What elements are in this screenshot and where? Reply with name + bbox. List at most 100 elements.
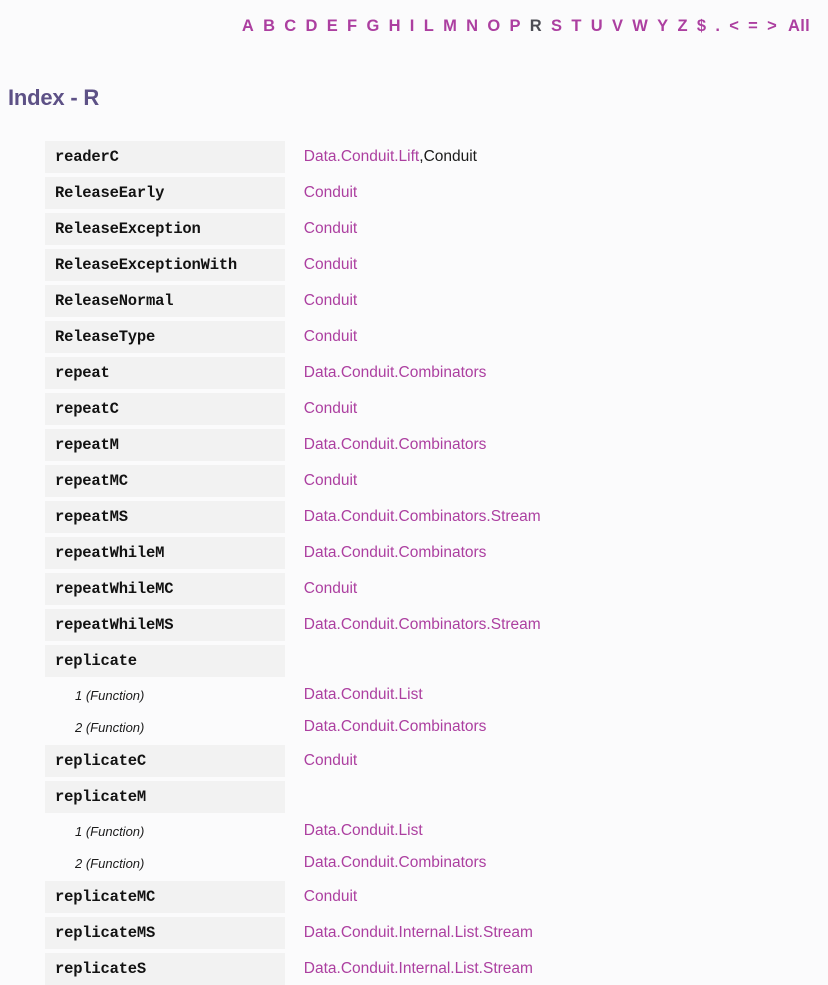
alphabet-index-nav: A B C D E F G H I L M N O P R S T U V W Y Z $. < = > All: [0, 0, 828, 35]
index-entry-name: repeatWhileMS: [45, 609, 285, 641]
module-link[interactable]: Data.Conduit.Combinators: [304, 364, 487, 382]
module-link[interactable]: Conduit: [304, 580, 357, 598]
alpha-nav-item-a[interactable]: A: [242, 18, 254, 35]
index-entry-name: repeatWhileM: [45, 537, 285, 569]
index-entry-variant-label: 2 (Function): [75, 855, 145, 871]
module-link[interactable]: Data.Conduit.Combinators.Stream: [304, 508, 541, 526]
module-link[interactable]: Conduit: [304, 256, 357, 274]
module-link[interactable]: Data.Conduit.Combinators: [304, 854, 487, 872]
index-row: ReleaseEarly Conduit: [0, 177, 828, 209]
alpha-nav-item-c[interactable]: C: [284, 18, 296, 35]
alpha-nav-item-i[interactable]: I: [410, 18, 415, 35]
index-entry-name: repeat: [45, 357, 285, 389]
alpha-nav-item-w[interactable]: W: [632, 18, 648, 35]
alpha-nav-item-z[interactable]: Z: [677, 18, 687, 35]
alpha-nav-item-t[interactable]: T: [571, 18, 581, 35]
alpha-nav-item-sym[interactable]: <: [729, 18, 739, 35]
index-modules-cell: Conduit: [285, 177, 828, 209]
alpha-nav-item-b[interactable]: B: [263, 18, 275, 35]
module-list: Conduit: [304, 285, 828, 317]
index-row: repeatWhileMC Conduit: [0, 573, 828, 605]
index-modules-cell: Conduit: [285, 881, 828, 913]
module-link[interactable]: Data.Conduit.Combinators: [304, 436, 487, 454]
alpha-nav-item-d[interactable]: D: [306, 18, 318, 35]
alpha-nav-item-o[interactable]: O: [487, 18, 500, 35]
alpha-nav-item-f[interactable]: F: [347, 18, 357, 35]
index-modules-cell: Data.Conduit.Combinators: [285, 849, 828, 877]
index-row: repeatWhileMS Data.Conduit.Combinators.St…: [0, 609, 828, 641]
module-link[interactable]: Conduit: [304, 292, 357, 310]
index-name-cell: ReleaseEarly: [0, 177, 285, 209]
module-list: Data.Conduit.Lift, Conduit: [304, 141, 828, 173]
alpha-nav-item-s[interactable]: S: [551, 18, 562, 35]
module-list: [304, 645, 828, 677]
index-row: ReleaseType Conduit: [0, 321, 828, 353]
index-name-cell: replicateMS: [0, 917, 285, 949]
module-link[interactable]: Data.Conduit.Internal.List.Stream: [304, 924, 533, 942]
alpha-nav-item-l[interactable]: L: [424, 18, 434, 35]
alpha-nav-item-sym[interactable]: .: [715, 18, 720, 35]
index-modules-cell: Data.Conduit.Combinators.Stream: [285, 501, 828, 533]
alpha-nav-item-v[interactable]: V: [612, 18, 623, 35]
index-modules-cell: [285, 645, 828, 677]
index-name-cell: replicateC: [0, 745, 285, 777]
module-list: Data.Conduit.Combinators: [304, 357, 828, 389]
module-list: Data.Conduit.List: [304, 817, 828, 845]
module-list: [304, 781, 828, 813]
module-link[interactable]: Data.Conduit.List: [304, 686, 423, 704]
index-name-cell: repeatMS: [0, 501, 285, 533]
module-link[interactable]: Conduit: [304, 184, 357, 202]
index-entry-name: repeatC: [45, 393, 285, 425]
alpha-nav-item-m[interactable]: M: [443, 18, 457, 35]
index-name-cell: replicateS: [0, 953, 285, 985]
module-link[interactable]: Conduit: [304, 752, 357, 770]
alpha-nav-item-all[interactable]: All: [788, 18, 810, 35]
index-row: replicate: [0, 645, 828, 677]
module-link[interactable]: Data.Conduit.Lift: [304, 148, 419, 166]
index-subrow: 2 (Function) Data.Conduit.Combinators: [0, 713, 828, 741]
index-subrow: 2 (Function) Data.Conduit.Combinators: [0, 849, 828, 877]
alpha-nav-item-sym[interactable]: $: [697, 18, 706, 35]
index-modules-cell: Data.Conduit.Combinators: [285, 429, 828, 461]
module-link[interactable]: Data.Conduit.Combinators: [304, 718, 487, 736]
module-link[interactable]: Conduit: [304, 220, 357, 238]
index-modules-cell: Conduit: [285, 285, 828, 317]
alpha-nav-item-r: R: [529, 17, 543, 35]
index-name-cell: ReleaseType: [0, 321, 285, 353]
index-name-cell: repeatWhileMS: [0, 609, 285, 641]
alpha-nav-item-p[interactable]: P: [509, 18, 520, 35]
index-row: repeatWhileM Data.Conduit.Combinators: [0, 537, 828, 569]
index-entry-name: replicateM: [45, 781, 285, 813]
alpha-nav-item-sym[interactable]: =: [748, 18, 758, 35]
alpha-nav-item-y[interactable]: Y: [657, 18, 668, 35]
index-table-body: readerC Data.Conduit.Lift, Conduit Release…: [0, 141, 828, 985]
index-table: readerC Data.Conduit.Lift, Conduit Release…: [0, 141, 828, 985]
module-link[interactable]: Conduit: [304, 472, 357, 490]
module-link[interactable]: Data.Conduit.Internal.List.Stream: [304, 960, 533, 978]
index-entry-variant-label: 2 (Function): [75, 719, 145, 735]
alpha-nav-item-h[interactable]: H: [389, 18, 401, 35]
index-entry-name: repeatWhileMC: [45, 573, 285, 605]
index-entry-variant-label: 1 (Function): [75, 687, 145, 703]
index-row: replicateMC Conduit: [0, 881, 828, 913]
index-modules-cell: Data.Conduit.Internal.List.Stream: [285, 953, 828, 985]
alpha-nav-item-u[interactable]: U: [591, 18, 603, 35]
module-link[interactable]: Conduit: [304, 400, 357, 418]
index-entry-name: ReleaseNormal: [45, 285, 285, 317]
module-text: Conduit: [423, 148, 477, 165]
index-modules-cell: Conduit: [285, 213, 828, 245]
alpha-nav-item-e[interactable]: E: [327, 18, 338, 35]
module-link[interactable]: Data.Conduit.List: [304, 822, 423, 840]
index-row: repeatC Conduit: [0, 393, 828, 425]
index-modules-cell: Conduit: [285, 745, 828, 777]
module-link[interactable]: Conduit: [304, 888, 357, 906]
module-link[interactable]: Data.Conduit.Combinators.Stream: [304, 616, 541, 634]
alpha-nav-item-n[interactable]: N: [466, 18, 478, 35]
module-link[interactable]: Data.Conduit.Combinators: [304, 544, 487, 562]
module-list: Conduit: [304, 177, 828, 209]
index-subrow: 1 (Function) Data.Conduit.List: [0, 817, 828, 845]
alpha-nav-item-sym[interactable]: >: [767, 18, 777, 35]
alpha-nav-item-g[interactable]: G: [366, 18, 379, 35]
module-list: Data.Conduit.Combinators.Stream: [304, 501, 828, 533]
module-link[interactable]: Conduit: [304, 328, 357, 346]
